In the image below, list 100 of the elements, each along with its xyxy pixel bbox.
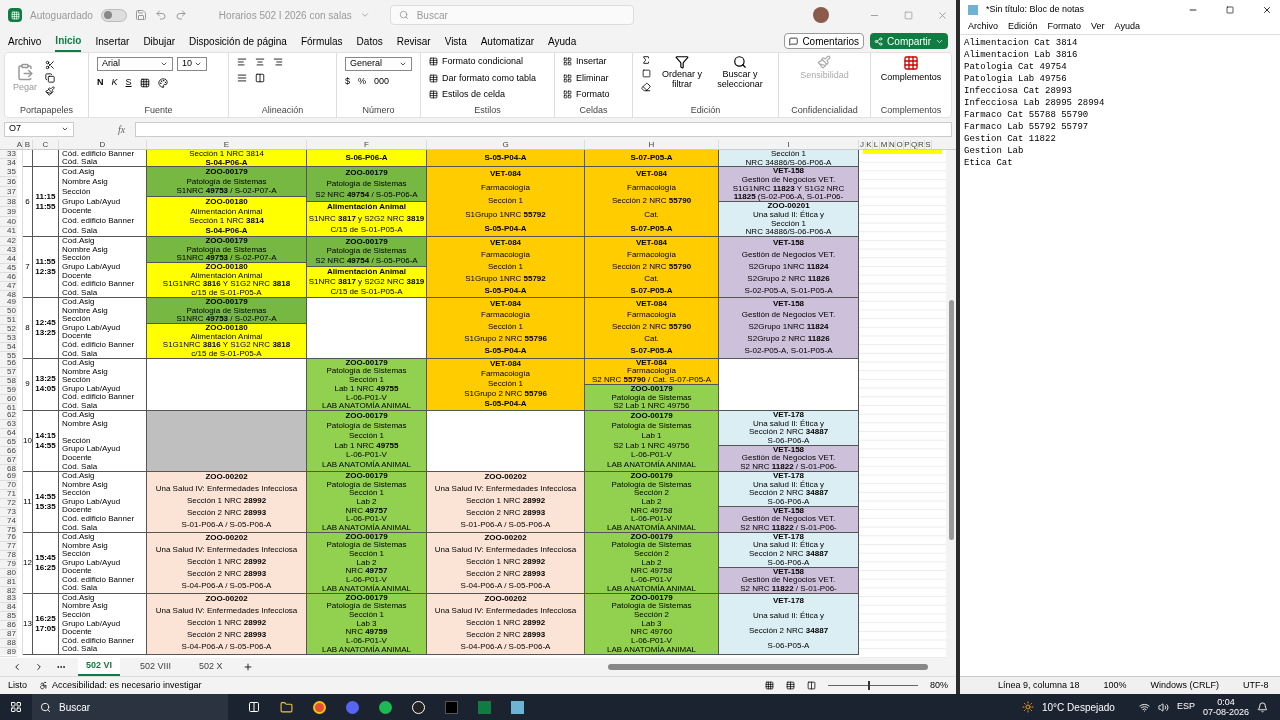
ribbon-tab[interactable]: Fórmulas bbox=[300, 30, 343, 52]
styles-menu-button[interactable]: Formato condicional bbox=[429, 55, 546, 69]
notepad-icon bbox=[968, 5, 978, 15]
clipboard-icon bbox=[16, 62, 34, 81]
percent-button[interactable]: % bbox=[358, 75, 367, 89]
sheet-tab[interactable]: 502 VI bbox=[78, 658, 121, 676]
schedule-cell: S-05-P04-A bbox=[427, 150, 585, 168]
column-header[interactable]: K bbox=[866, 140, 872, 149]
menu-item[interactable]: Ayuda bbox=[1114, 20, 1140, 34]
column-header[interactable]: L bbox=[873, 140, 879, 149]
thousands-button[interactable]: 000 bbox=[374, 75, 390, 89]
cells-menu-button[interactable]: Formato bbox=[563, 88, 624, 102]
grid-icon bbox=[563, 90, 572, 100]
row-number: 50 bbox=[7, 306, 16, 315]
row-number: 83 bbox=[7, 593, 16, 602]
sheet-tab[interactable]: 502 VIII bbox=[132, 658, 180, 676]
ribbon-tab[interactable]: Automatizar bbox=[480, 30, 535, 52]
row-label: Docente bbox=[62, 454, 92, 463]
ribbon-tab[interactable]: Revisar bbox=[396, 30, 431, 52]
row-number: 61 bbox=[7, 403, 16, 412]
ribbon-tab[interactable]: Dibujar bbox=[143, 30, 176, 52]
menu-item[interactable]: Formato bbox=[1047, 20, 1082, 34]
column-header[interactable]: J bbox=[860, 140, 864, 149]
schedule-cell: VET-084 Farmacología Sección 1 S1Grupo 2 NRC 55796 S-05-P04-A bbox=[427, 358, 585, 411]
status-text: Línea 9, columna 18 bbox=[998, 678, 1080, 692]
row-label: Cód. Sala bbox=[62, 349, 98, 358]
menu-item[interactable]: Edición bbox=[1008, 20, 1038, 34]
ribbon-tab[interactable]: Vista bbox=[444, 30, 467, 52]
menu-item[interactable]: Ver bbox=[1091, 20, 1105, 34]
row-label: Nombre Asig bbox=[62, 178, 108, 187]
find-select-button[interactable]: Buscar y seleccionar bbox=[713, 55, 767, 89]
avatar-icon bbox=[813, 7, 829, 23]
currency-button[interactable]: $ bbox=[345, 75, 350, 89]
column-header[interactable]: P bbox=[904, 140, 910, 149]
menu-item[interactable]: Archivo bbox=[968, 20, 998, 34]
schedule-cell: Sección 1 NRC 3814 S-04-P06-A bbox=[147, 150, 307, 168]
ribbon-tab[interactable]: Archivo bbox=[8, 30, 42, 52]
cells-menu-button[interactable]: Insertar bbox=[563, 55, 624, 69]
share-button[interactable]: Compartir bbox=[870, 33, 948, 49]
column-header[interactable]: D bbox=[99, 140, 106, 149]
schedule-cell: VET-084 Farmacología Sección 1 S1Grupo 2 NRC 55796 S-05-P04-A bbox=[427, 297, 585, 359]
cut-icon bbox=[45, 60, 56, 71]
column-header[interactable]: O bbox=[896, 140, 903, 149]
column-header[interactable]: S bbox=[925, 140, 931, 149]
row-label: Sección bbox=[62, 611, 91, 620]
ribbon-tab[interactable]: Datos bbox=[356, 30, 383, 52]
ribbon-tab[interactable]: Insertar bbox=[95, 30, 130, 52]
row-label: Grupo Lab/Ayud bbox=[62, 445, 121, 454]
column-header[interactable]: C bbox=[42, 140, 49, 149]
sort-filter-button[interactable]: Ordenar y filtrar bbox=[659, 55, 705, 89]
row-label: Docente bbox=[62, 207, 92, 216]
cells-menu-button[interactable]: Eliminar bbox=[563, 71, 624, 85]
row-number: 82 bbox=[7, 586, 16, 595]
column-header[interactable]: F bbox=[364, 140, 369, 149]
start-time: 15:45 bbox=[35, 552, 56, 563]
schedule-cell: ZOO-00179 Patología de Sistemas S1NRC 49753 / S-02-P07-A bbox=[147, 237, 307, 264]
language-indicator[interactable]: ESP bbox=[1176, 700, 1195, 714]
taskbar-search[interactable]: Buscar bbox=[32, 694, 228, 720]
row-number: 53 bbox=[7, 333, 16, 342]
vertical-scrollbar[interactable] bbox=[948, 300, 954, 540]
formula-input[interactable] bbox=[135, 121, 952, 137]
ribbon-tab[interactable]: Disposición de página bbox=[189, 30, 287, 52]
column-header[interactable]: Q bbox=[910, 140, 918, 149]
zoom-slider-thumb[interactable] bbox=[868, 681, 871, 690]
ribbon-tab[interactable]: Ayuda bbox=[548, 30, 577, 52]
bold-button[interactable]: N bbox=[97, 76, 104, 90]
clock-time: 0:04 bbox=[1217, 697, 1235, 707]
styles-menu-button[interactable]: Dar formato como tabla bbox=[429, 71, 546, 85]
italic-button[interactable]: K bbox=[111, 76, 118, 90]
comments-button[interactable]: Comentarios bbox=[784, 33, 865, 49]
horizontal-scrollbar[interactable] bbox=[608, 664, 928, 670]
column-header[interactable]: I bbox=[787, 140, 790, 149]
column-header[interactable]: A bbox=[16, 140, 23, 149]
row-label: Cod.Asig bbox=[62, 298, 95, 307]
autosave-toggle[interactable] bbox=[100, 8, 127, 22]
underline-button[interactable]: S bbox=[125, 76, 132, 90]
align-left-icon bbox=[237, 57, 247, 67]
schedule-cell: VET-158 Gestión de Negocios VET. S2Grupo 1NRC 11824 S2Grupo 2 NRC 11826 S-02-P05-A, S-01-P05-A bbox=[719, 237, 859, 298]
name-box[interactable]: O7 bbox=[4, 121, 74, 137]
schedule-cell: VET-158 Gestión de Negocios VET. S2 NRC 11822 / S-01-P06- bbox=[719, 506, 859, 533]
eraser-icon bbox=[641, 82, 651, 92]
column-header[interactable]: B bbox=[24, 140, 31, 149]
column-header[interactable]: H bbox=[648, 140, 655, 149]
column-header[interactable]: R bbox=[918, 140, 924, 149]
sheet-tab[interactable]: 502 X bbox=[191, 658, 231, 676]
row-number: 40 bbox=[7, 217, 16, 226]
font-size-dropdown[interactable]: 10 bbox=[177, 57, 207, 71]
column-header[interactable]: M bbox=[880, 140, 888, 149]
function-label[interactable]: fx bbox=[118, 121, 126, 137]
column-header[interactable]: E bbox=[223, 140, 230, 149]
font-dropdown[interactable]: Arial bbox=[97, 57, 173, 71]
network-icon bbox=[1138, 701, 1150, 713]
column-header[interactable]: G bbox=[502, 140, 509, 149]
start-time: 11:15 bbox=[35, 191, 56, 202]
number-format-dropdown[interactable]: General bbox=[345, 57, 412, 71]
row-number: 78 bbox=[7, 550, 16, 559]
add-ins-button[interactable]: Complementos bbox=[880, 55, 942, 85]
column-header[interactable]: N bbox=[889, 140, 895, 149]
styles-menu-button[interactable]: Estilos de celda bbox=[429, 88, 546, 102]
group-label: Confidencialidad bbox=[791, 103, 858, 117]
